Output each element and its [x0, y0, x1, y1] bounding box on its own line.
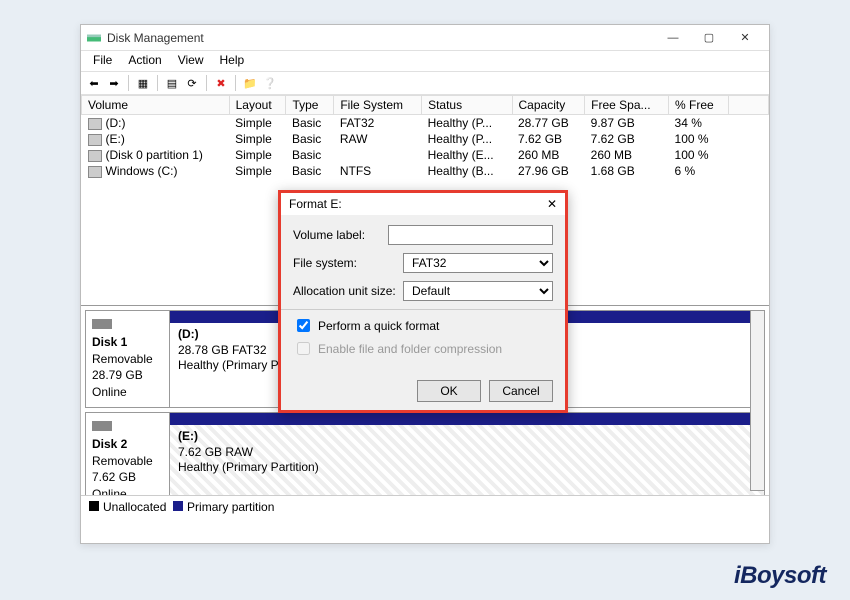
- legend-primary-swatch: [173, 501, 183, 511]
- titlebar: Disk Management — ▢ ✕: [81, 25, 769, 51]
- file-system-label: File system:: [293, 256, 403, 270]
- allocation-unit-label: Allocation unit size:: [293, 284, 403, 298]
- separator: [128, 75, 129, 91]
- col-pct[interactable]: % Free: [669, 96, 729, 115]
- col-free[interactable]: Free Spa...: [585, 96, 669, 115]
- quick-format-label: Perform a quick format: [318, 319, 439, 333]
- table-row[interactable]: (E:)SimpleBasicRAWHealthy (P...7.62 GB7.…: [82, 131, 769, 147]
- delete-icon[interactable]: ✖: [212, 74, 230, 92]
- refresh-icon[interactable]: ⟳: [183, 74, 201, 92]
- compression-label: Enable file and folder compression: [318, 342, 502, 356]
- ok-button[interactable]: OK: [417, 380, 481, 402]
- col-type[interactable]: Type: [286, 96, 334, 115]
- volume-label-input[interactable]: [388, 225, 553, 245]
- table-row[interactable]: (Disk 0 partition 1)SimpleBasicHealthy (…: [82, 147, 769, 163]
- separator: [235, 75, 236, 91]
- compression-checkbox: [297, 342, 310, 355]
- disk1-label: Disk 1 Removable 28.79 GB Online: [86, 311, 170, 407]
- col-volume[interactable]: Volume: [82, 96, 230, 115]
- col-blank: [729, 96, 769, 115]
- menubar: File Action View Help: [81, 51, 769, 71]
- col-layout[interactable]: Layout: [229, 96, 286, 115]
- partition-stripe: [170, 413, 764, 425]
- format-dialog: Format E: ✕ Volume label: File system: F…: [278, 190, 568, 413]
- col-status[interactable]: Status: [422, 96, 512, 115]
- table-row[interactable]: Windows (C:)SimpleBasicNTFSHealthy (B...…: [82, 163, 769, 179]
- menu-file[interactable]: File: [85, 51, 120, 71]
- help-icon[interactable]: ❔: [261, 74, 279, 92]
- menu-action[interactable]: Action: [120, 51, 169, 71]
- watermark: iBoysoft: [734, 562, 826, 590]
- disk2-partition[interactable]: (E:) 7.62 GB RAW Healthy (Primary Partit…: [170, 413, 764, 495]
- allocation-unit-select[interactable]: Default: [403, 281, 553, 301]
- table-row[interactable]: (D:)SimpleBasicFAT32Healthy (P...28.77 G…: [82, 115, 769, 132]
- dialog-title: Format E:: [289, 197, 547, 211]
- disk-icon: [92, 319, 112, 329]
- dialog-close-icon[interactable]: ✕: [547, 197, 557, 211]
- menu-help[interactable]: Help: [212, 51, 253, 71]
- app-icon: [87, 31, 101, 45]
- close-button[interactable]: ✕: [727, 27, 763, 49]
- col-fs[interactable]: File System: [334, 96, 422, 115]
- separator: [206, 75, 207, 91]
- back-icon[interactable]: ⬅: [85, 74, 103, 92]
- legend: Unallocated Primary partition: [81, 495, 769, 518]
- separator: [157, 75, 158, 91]
- volume-label-label: Volume label:: [293, 228, 388, 242]
- file-system-select[interactable]: FAT32: [403, 253, 553, 273]
- toolbar: ⬅ ➡ ▦ ▤ ⟳ ✖ 📁 ❔: [81, 71, 769, 95]
- col-capacity[interactable]: Capacity: [512, 96, 585, 115]
- dialog-titlebar: Format E: ✕: [281, 193, 565, 215]
- volume-table: Volume Layout Type File System Status Ca…: [81, 95, 769, 179]
- properties-icon[interactable]: 📁: [241, 74, 259, 92]
- window-title: Disk Management: [107, 31, 655, 45]
- scrollbar[interactable]: [750, 310, 765, 491]
- quick-format-checkbox[interactable]: [297, 319, 310, 332]
- forward-icon[interactable]: ➡: [105, 74, 123, 92]
- disk-icon: [92, 421, 112, 431]
- disk2-row[interactable]: Disk 2 Removable 7.62 GB Online (E:) 7.6…: [85, 412, 765, 495]
- legend-unallocated-swatch: [89, 501, 99, 511]
- grid-icon[interactable]: ▦: [134, 74, 152, 92]
- cancel-button[interactable]: Cancel: [489, 380, 553, 402]
- disk2-label: Disk 2 Removable 7.62 GB Online: [86, 413, 170, 495]
- list-icon[interactable]: ▤: [163, 74, 181, 92]
- maximize-button[interactable]: ▢: [691, 27, 727, 49]
- menu-view[interactable]: View: [170, 51, 212, 71]
- minimize-button[interactable]: —: [655, 27, 691, 49]
